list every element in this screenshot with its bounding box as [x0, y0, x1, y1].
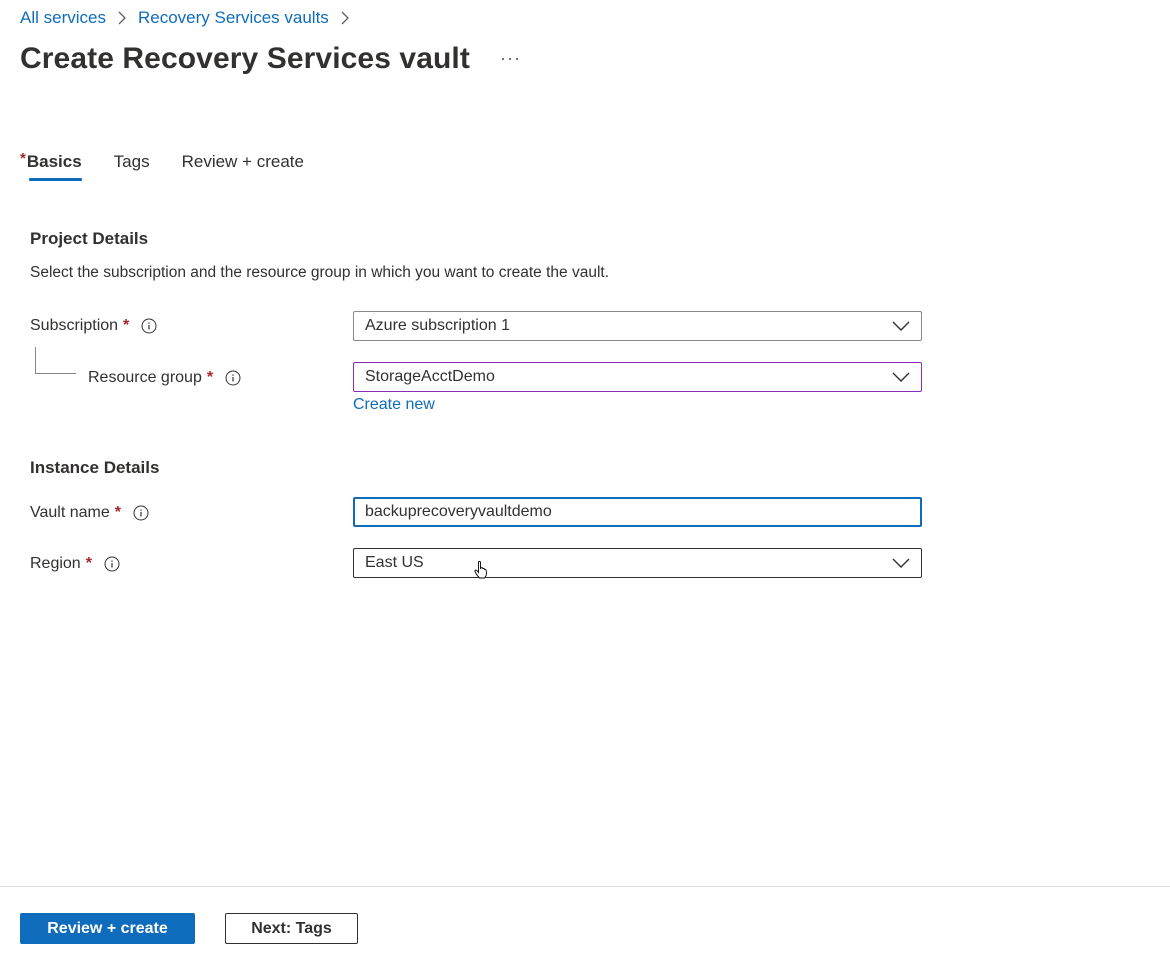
review-create-button[interactable]: Review + create [20, 913, 195, 944]
info-icon[interactable] [133, 505, 149, 521]
hand-pointer-cursor [474, 561, 487, 579]
info-icon[interactable] [104, 556, 120, 572]
resource-group-label: Resource group * [88, 369, 241, 387]
label-text: Vault name [30, 504, 110, 521]
tab-label: Review + create [181, 152, 304, 171]
required-marker: * [85, 555, 92, 572]
project-details-title: Project Details [30, 229, 149, 248]
dropdown-value: Azure subscription 1 [365, 317, 510, 334]
tab-label: Tags [113, 152, 150, 171]
breadcrumb: All services Recovery Services vaults [20, 8, 361, 28]
chevron-down-icon [891, 368, 911, 386]
vault-name-label: Vault name * [30, 504, 149, 522]
resource-group-dropdown[interactable]: StorageAcctDemo [353, 362, 922, 392]
footer-divider [0, 886, 1170, 887]
tree-connector [35, 347, 76, 374]
subscription-dropdown[interactable]: Azure subscription 1 [353, 311, 922, 341]
required-marker: * [206, 369, 214, 386]
tab-basics[interactable]: *Basics [20, 150, 82, 181]
required-marker: * [123, 317, 130, 334]
label-text: Region [30, 555, 81, 572]
title-row: Create Recovery Services vault ··· [20, 42, 521, 76]
project-details-description: Select the subscription and the resource… [30, 264, 610, 281]
region-dropdown[interactable]: East US [353, 548, 922, 578]
dropdown-value: StorageAcctDemo [365, 368, 495, 385]
chevron-right-icon [335, 8, 355, 28]
instance-details-title: Instance Details [30, 458, 160, 477]
label-text: Subscription [30, 317, 119, 334]
required-marker: * [114, 504, 121, 521]
required-marker: * [20, 150, 26, 167]
tab-label: Basics [26, 152, 82, 171]
breadcrumb-recovery-services-vaults[interactable]: Recovery Services vaults [138, 8, 329, 28]
tab-tags[interactable]: Tags [114, 152, 150, 181]
breadcrumb-all-services[interactable]: All services [20, 8, 106, 28]
dropdown-value: East US [365, 554, 424, 571]
create-new-link[interactable]: Create new [353, 396, 435, 414]
chevron-down-icon [891, 317, 911, 335]
chevron-down-icon [891, 554, 911, 572]
tab-review-create[interactable]: Review + create [182, 152, 304, 181]
region-label: Region * [30, 555, 120, 573]
tab-bar: *Basics Tags Review + create [20, 150, 336, 181]
page-title: Create Recovery Services vault [20, 42, 470, 75]
info-icon[interactable] [141, 318, 157, 334]
label-text: Resource group [88, 369, 202, 386]
info-icon[interactable] [225, 370, 241, 386]
chevron-right-icon [112, 8, 132, 28]
more-options-button[interactable]: ··· [500, 48, 521, 69]
vault-name-input[interactable] [353, 497, 922, 527]
subscription-label: Subscription * [30, 317, 157, 335]
next-tags-button[interactable]: Next: Tags [225, 913, 358, 944]
